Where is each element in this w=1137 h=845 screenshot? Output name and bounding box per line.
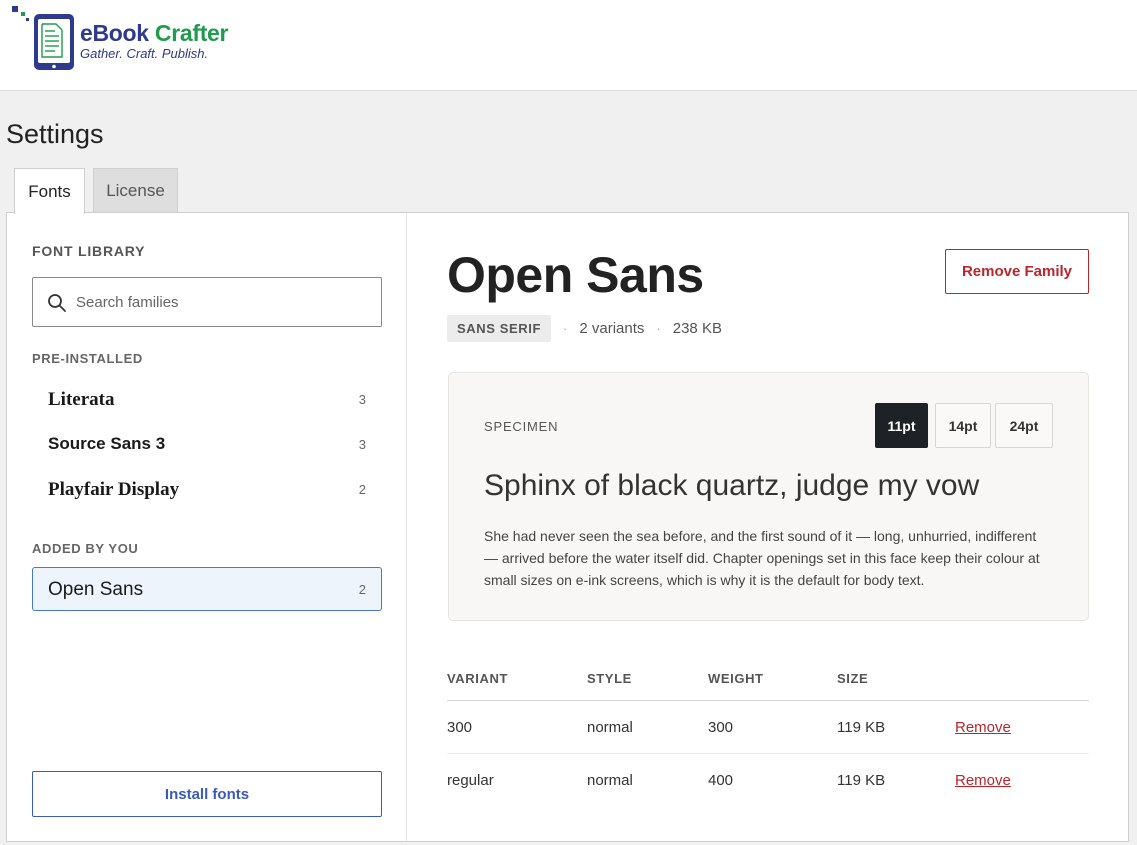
cell-variant: 300 [447, 719, 473, 736]
family-name: Open Sans [447, 247, 704, 303]
search-input[interactable] [76, 278, 371, 326]
specimen-body: She had never seen the sea before, and t… [484, 528, 1040, 588]
size-button-11pt[interactable]: 11pt [875, 403, 928, 448]
specimen-card: SPECIMEN 11pt 14pt 24pt Sphinx of black … [448, 372, 1089, 621]
font-item-name: Open Sans [48, 579, 144, 600]
family-meta: SANS SERIF · 2 variants · 238 KB [447, 314, 722, 342]
variant-count: 2 [358, 582, 366, 597]
font-library-title: FONT LIBRARY [32, 243, 146, 259]
font-item-name: Playfair Display [48, 479, 180, 500]
ebook-tablet-icon [12, 6, 74, 70]
font-item-name: Source Sans 3 [48, 434, 166, 453]
separator-dot: · [656, 320, 661, 336]
variant-count: 2 [358, 482, 366, 497]
size-button-24pt[interactable]: 24pt [995, 403, 1053, 448]
column-header-variant: VARIANT [447, 671, 509, 686]
remove-variant-link[interactable]: Remove [955, 719, 1011, 736]
table-row: regular normal 400 119 KB Remove [447, 754, 1089, 807]
column-header-style: STYLE [587, 671, 632, 686]
variant-count: 3 [358, 437, 366, 452]
column-header-size: SIZE [837, 671, 869, 686]
app-header: eBook Crafter Gather. Craft. Publish. [0, 0, 1137, 91]
cell-weight: 400 [708, 772, 734, 789]
tab-fonts[interactable]: Fonts [14, 168, 85, 214]
column-header-weight: WEIGHT [708, 671, 764, 686]
size-button-14pt[interactable]: 14pt [935, 403, 991, 448]
brand-name: eBook Crafter [80, 20, 229, 46]
variants-table-header: VARIANT STYLE WEIGHT SIZE [447, 669, 1089, 701]
cell-size: 119 KB [837, 719, 886, 736]
separator-dot: · [563, 320, 568, 336]
tab-license[interactable]: License [93, 168, 178, 213]
font-item-open-sans[interactable]: Open Sans 2 [32, 567, 382, 611]
brand-tagline: Gather. Craft. Publish. [80, 46, 209, 61]
cell-variant: regular [447, 772, 494, 789]
variant-count: 3 [358, 392, 366, 407]
font-item-playfair-display[interactable]: Playfair Display 2 [32, 468, 382, 512]
remove-variant-link[interactable]: Remove [955, 772, 1011, 789]
cell-weight: 300 [708, 719, 734, 736]
specimen-heading: Sphinx of black quartz, judge my vow [484, 469, 980, 502]
search-box[interactable] [32, 277, 382, 327]
font-item-literata[interactable]: Literata 3 [32, 378, 382, 422]
added-by-you-label: ADDED BY YOU [32, 541, 139, 556]
cell-style: normal [587, 719, 633, 736]
fonts-panel: FONT LIBRARY PRE-INSTALLED Literata 3 So… [6, 212, 1129, 842]
cell-size: 119 KB [837, 772, 886, 789]
remove-family-button[interactable]: Remove Family [945, 249, 1089, 294]
search-icon [48, 294, 66, 312]
font-item-source-sans-3[interactable]: Source Sans 3 3 [32, 423, 382, 467]
family-size: 238 KB [672, 319, 722, 337]
brand-logo[interactable]: eBook Crafter Gather. Craft. Publish. [12, 6, 252, 76]
category-badge: SANS SERIF [447, 314, 552, 342]
variants-count: 2 variants [579, 319, 645, 337]
table-row: 300 normal 300 119 KB Remove [447, 701, 1089, 754]
font-item-name: Literata [48, 389, 115, 410]
preinstalled-label: PRE-INSTALLED [32, 351, 143, 366]
page-title: Settings [6, 119, 104, 149]
specimen-label: SPECIMEN [484, 419, 559, 434]
install-fonts-button[interactable]: Install fonts [32, 771, 382, 817]
font-detail: Open Sans Remove Family SANS SERIF · 2 v… [408, 213, 1128, 841]
cell-style: normal [587, 772, 633, 789]
font-library-sidebar: FONT LIBRARY PRE-INSTALLED Literata 3 So… [7, 213, 407, 841]
